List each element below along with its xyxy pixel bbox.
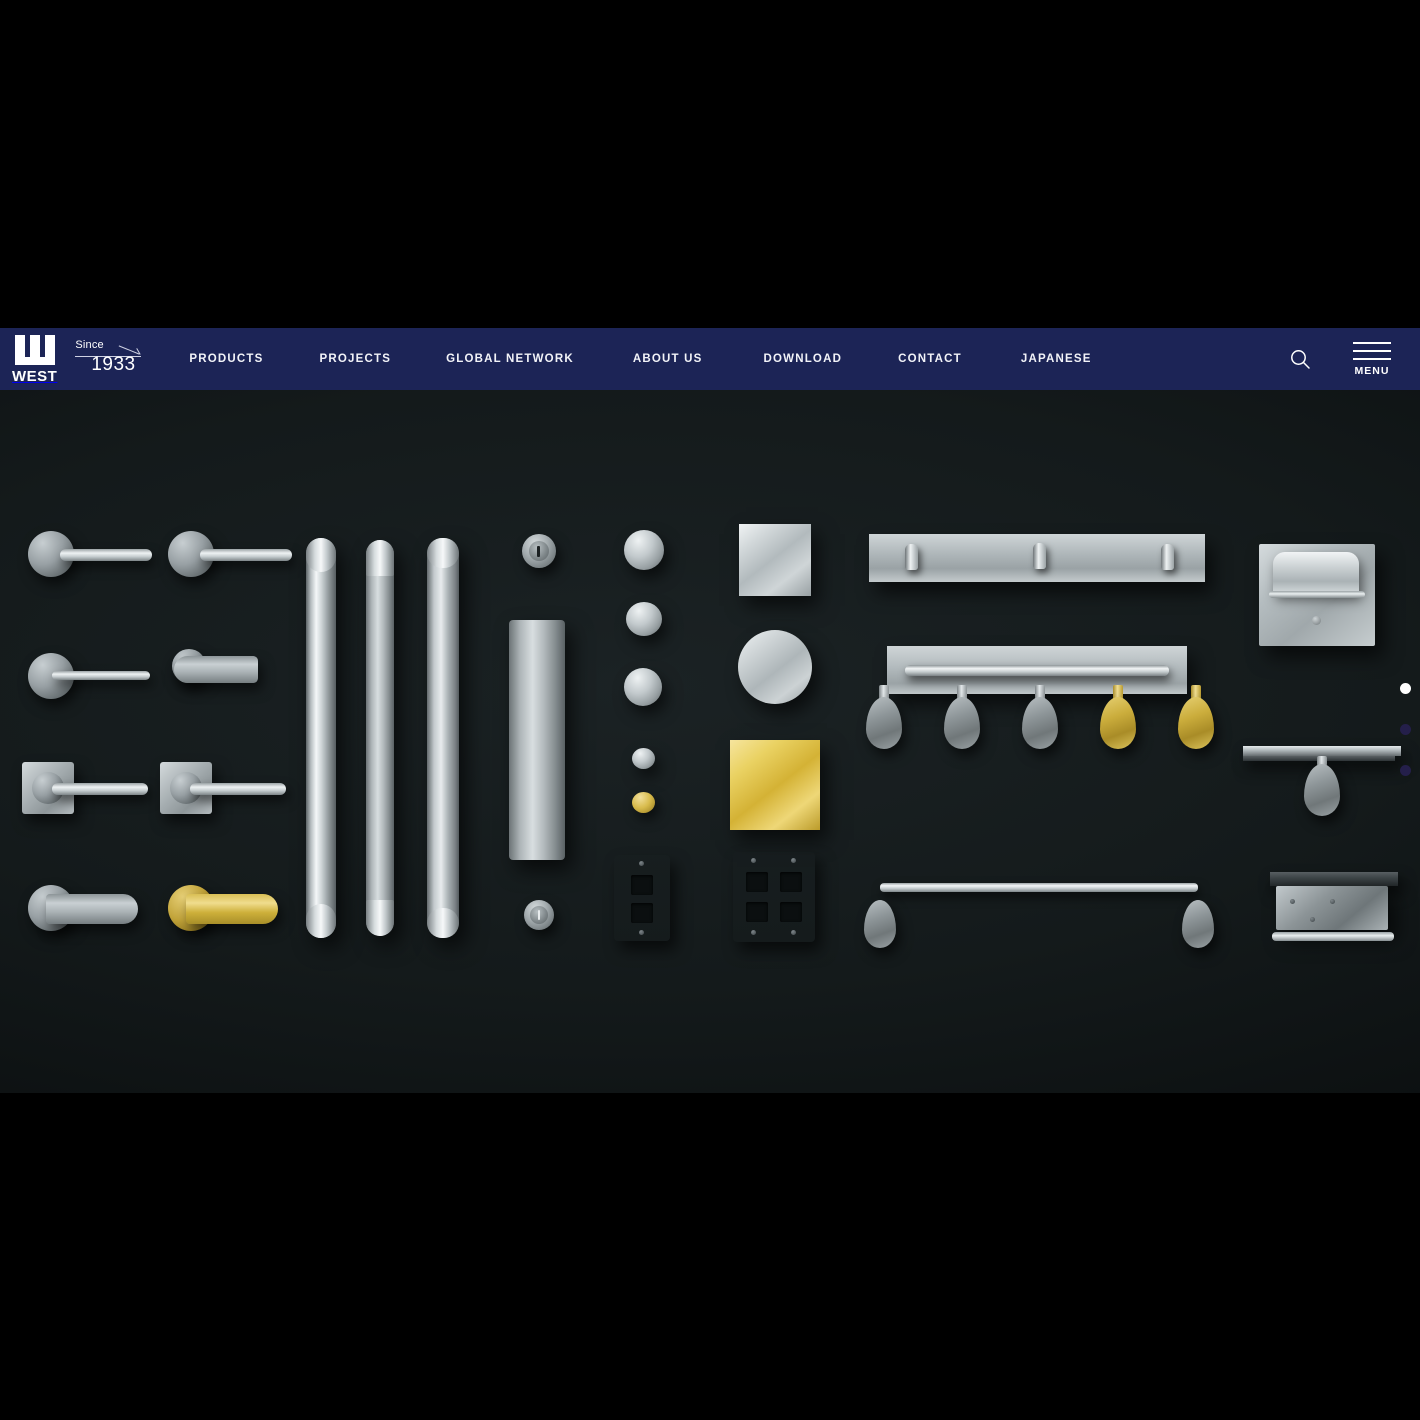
switch-plate-2gang <box>614 855 670 941</box>
nav-item-projects[interactable]: PROJECTS <box>319 347 391 371</box>
nav-item-global-network[interactable]: GLOBAL NETWORK <box>446 347 574 371</box>
lever-paddle-gold <box>168 885 278 937</box>
since-year: 1933 <box>91 354 136 375</box>
nav-item-about-us[interactable]: ABOUT US <box>633 347 703 371</box>
since-label: Since <box>75 339 104 351</box>
hook-gold-2 <box>1176 685 1216 755</box>
menu-label: MENU <box>1354 364 1390 377</box>
pull-handle-oval <box>427 538 459 938</box>
logo-wordmark: WEST <box>12 367 58 385</box>
menu-button[interactable]: MENU <box>1348 341 1396 377</box>
paper-holder-covered <box>1259 544 1375 646</box>
towel-bar-right-bracket <box>1180 888 1216 950</box>
main-navigation: PRODUCTS PROJECTS GLOBAL NETWORK ABOUT U… <box>189 347 1280 371</box>
lever-square-rose-2 <box>160 762 286 818</box>
paper-holder-shelf-top <box>1270 872 1398 886</box>
lever-flat-round-rose <box>28 652 150 700</box>
header-actions: MENU <box>1280 339 1420 379</box>
plate-round-silver <box>738 630 812 704</box>
lever-round-rose-2 <box>168 530 292 578</box>
knob-dome-large <box>624 530 664 570</box>
lever-paddle-silver <box>28 885 138 937</box>
pull-handle-oval-cap-bottom <box>427 908 459 938</box>
hook-gold-1 <box>1098 685 1138 755</box>
logo-mark: WEST <box>12 334 58 385</box>
lever-round-rose-1 <box>28 530 152 578</box>
hero-banner: From generated through the exhaustive pu… <box>0 390 1420 1093</box>
pull-handle-round <box>306 538 336 938</box>
pull-handle-round-cap-top <box>306 538 336 572</box>
pull-handle-square-cap-bottom <box>366 900 394 936</box>
hook-silver-2 <box>942 685 982 755</box>
hook-silver-3 <box>1020 685 1060 755</box>
nav-item-japanese[interactable]: JAPANESE <box>1021 347 1092 371</box>
paper-holder-shelf-roller <box>1272 932 1394 941</box>
hook-silver-1 <box>864 685 904 755</box>
knob-small-gold <box>632 792 655 813</box>
switch-plate-4gang <box>733 852 815 942</box>
lever-wide-paddle <box>168 648 268 696</box>
towel-bar <box>880 883 1198 892</box>
pull-handle-round-cap-bottom <box>306 904 336 938</box>
since-badge: Since 1933 <box>75 339 147 379</box>
plate-square-silver <box>739 524 811 596</box>
cylinder-lock <box>522 534 556 568</box>
nav-item-products[interactable]: PRODUCTS <box>189 347 263 371</box>
lever-square-rose-1 <box>22 762 148 818</box>
pull-handle-square-cap-top <box>366 540 394 576</box>
search-icon <box>1291 350 1310 369</box>
shelf-hook <box>1302 756 1342 826</box>
slider-pagination <box>1400 683 1411 806</box>
slider-dot-3[interactable] <box>1400 765 1411 776</box>
paper-holder-shelf <box>1276 886 1388 930</box>
slider-dot-2[interactable] <box>1400 724 1411 735</box>
pull-handle-oval-cap-top <box>427 538 459 568</box>
nav-item-download[interactable]: DOWNLOAD <box>763 347 842 371</box>
search-button[interactable] <box>1280 339 1320 379</box>
product-photo <box>0 390 1420 1093</box>
nav-item-contact[interactable]: CONTACT <box>898 347 962 371</box>
site-header: WEST Since 1933 PRODUCTS PROJECTS GLOBAL… <box>0 328 1420 390</box>
knob-flat-medium <box>626 602 662 636</box>
towel-bar-left-bracket <box>862 888 898 950</box>
knob-small-silver <box>632 748 655 769</box>
plate-square-gold <box>730 740 820 830</box>
plate-pull-handle <box>509 620 565 860</box>
site-logo[interactable]: WEST Since 1933 <box>0 328 148 390</box>
slider-dot-1[interactable] <box>1400 683 1411 694</box>
hamburger-icon <box>1353 341 1391 360</box>
west-w-icon <box>14 334 55 365</box>
pull-handle-square <box>366 540 394 936</box>
knob-dome-medium <box>624 668 662 706</box>
coat-rack-3-peg <box>869 534 1205 582</box>
shelf-with-hook <box>1243 746 1401 756</box>
thumb-turn <box>524 900 554 930</box>
page-root: WEST Since 1933 PRODUCTS PROJECTS GLOBAL… <box>0 0 1420 1420</box>
